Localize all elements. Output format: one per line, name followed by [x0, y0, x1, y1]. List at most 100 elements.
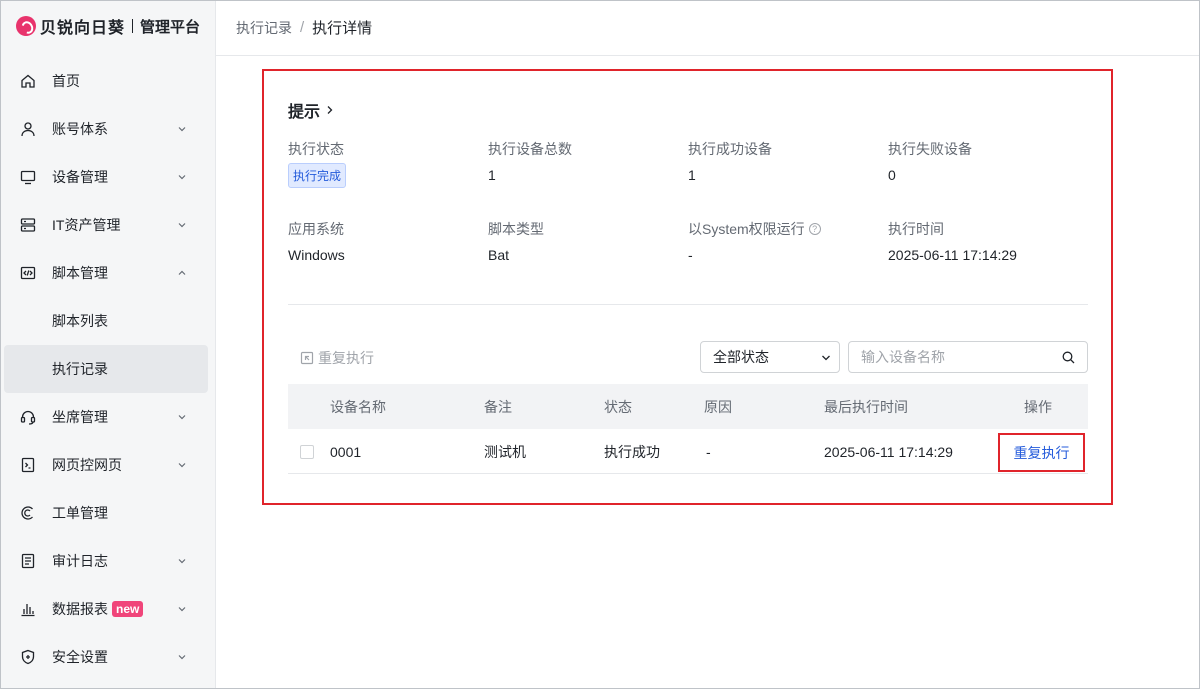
chevron-down-icon [178, 559, 186, 564]
field-label: 应用系统 [288, 221, 344, 237]
field-success-devices: 执行成功设备 1 [688, 139, 888, 183]
detail-title-text: 提示 [288, 104, 321, 121]
sidebar: 贝锐向日葵 管理平台 首页 账号体系 设备管理 IT资产管理 脚本管理 脚本列表… [0, 0, 216, 689]
field-total-devices: 执行设备总数 1 [488, 139, 688, 183]
device-table: 设备名称 备注 状态 原因 最后执行时间 操作 0001 测试机 执行成功 - … [288, 384, 1088, 474]
sidebar-item-label: 网页控网页 [52, 457, 122, 473]
sidebar-item-label: 工单管理 [52, 505, 108, 521]
sidebar-item-label: 执行记录 [52, 361, 108, 377]
field-value: - [688, 247, 693, 263]
field-value: Bat [488, 247, 510, 263]
chevron-down-icon [178, 127, 186, 132]
field-value: 1 [688, 167, 696, 183]
brand-subtitle: 管理平台 [140, 18, 201, 36]
column-header-last-time: 最后执行时间 [824, 398, 908, 415]
field-os: 应用系统 Windows [288, 219, 488, 263]
top-header: 执行记录 / 执行详情 [216, 0, 1200, 56]
sidebar-item-web-control[interactable]: 网页控网页 [4, 441, 208, 489]
chevron-down-icon [822, 355, 830, 361]
audit-log-icon [20, 553, 36, 569]
column-header-reason: 原因 [704, 398, 732, 415]
execution-detail-card: 提示 执行状态 执行完成 执行设备总数 1 执行成功设备 1 执行失败设备 0 … [262, 69, 1113, 505]
rerun-label: 重复执行 [318, 350, 374, 366]
brand-logo[interactable]: 贝锐向日葵 管理平台 [16, 14, 200, 38]
field-exec-status: 执行状态 执行完成 [288, 139, 488, 188]
status-filter-value: 全部状态 [713, 349, 769, 365]
sidebar-item-label: 首页 [52, 73, 80, 89]
cell-note: 测试机 [484, 443, 526, 460]
sidebar-item-tickets[interactable]: 工单管理 [4, 489, 208, 537]
field-label: 执行失败设备 [888, 141, 972, 157]
row-checkbox-cell [300, 429, 314, 474]
field-label: 执行成功设备 [688, 141, 772, 157]
sidebar-item-agents[interactable]: 坐席管理 [4, 393, 208, 441]
field-value: 1 [488, 167, 496, 183]
sidebar-item-reports[interactable]: 数据报表 new [4, 585, 208, 633]
row-checkbox[interactable] [300, 444, 314, 459]
field-label: 以System权限运行 [688, 221, 805, 237]
sidebar-item-label: 脚本管理 [52, 265, 108, 281]
home-icon [20, 73, 36, 89]
chevron-up-icon [178, 270, 186, 275]
field-value: 0 [888, 167, 896, 183]
ticket-icon [20, 505, 36, 521]
sidebar-item-security[interactable]: 安全设置 [4, 633, 208, 681]
sidebar-item-scripts[interactable]: 脚本管理 [4, 249, 208, 297]
field-label: 执行状态 [288, 141, 344, 157]
breadcrumb-parent[interactable]: 执行记录 [236, 18, 292, 38]
sidebar-item-label: 账号体系 [52, 121, 108, 137]
sidebar-item-accounts[interactable]: 账号体系 [4, 105, 208, 153]
sidebar-nav: 首页 账号体系 设备管理 IT资产管理 脚本管理 脚本列表 执行记录 坐席管理 … [4, 57, 208, 681]
sidebar-item-label: 坐席管理 [52, 409, 108, 425]
field-label: 执行时间 [888, 221, 944, 237]
breadcrumb-separator: / [300, 19, 305, 36]
column-header-status: 状态 [604, 398, 632, 415]
sidebar-item-devices[interactable]: 设备管理 [4, 153, 208, 201]
field-label: 执行设备总数 [488, 141, 572, 157]
page-title: 执行详情 [312, 20, 373, 37]
chevron-down-icon [178, 415, 186, 420]
field-label-row: 以System权限运行 ? [688, 219, 888, 239]
sidebar-item-home[interactable]: 首页 [4, 57, 208, 105]
monitor-icon [20, 169, 36, 185]
sidebar-item-label: 脚本列表 [52, 313, 108, 329]
rerun-selected-button[interactable]: 重复执行 [300, 348, 374, 368]
chevron-down-icon [178, 223, 186, 228]
device-search-input[interactable] [849, 343, 1049, 371]
field-label: 脚本类型 [488, 221, 544, 237]
sidebar-item-label: 数据报表 [52, 601, 108, 617]
cell-status: 执行成功 [604, 443, 660, 460]
cell-reason: - [706, 443, 711, 460]
cell-last-time: 2025-06-11 17:14:29 [824, 443, 953, 460]
sidebar-item-script-list[interactable]: 脚本列表 [4, 297, 208, 345]
status-badge: 执行完成 [288, 163, 347, 188]
sidebar-item-label: IT资产管理 [52, 217, 121, 233]
sidebar-item-label: 审计日志 [52, 553, 108, 569]
chevron-down-icon [178, 463, 186, 468]
code-icon [20, 265, 36, 281]
chevron-down-icon [178, 607, 186, 612]
field-run-as-system: 以System权限运行 ? - [688, 219, 888, 263]
help-circle-icon[interactable]: ? [808, 223, 821, 235]
status-filter-select[interactable]: 全部状态 [700, 341, 840, 373]
sidebar-item-label: 设备管理 [52, 169, 108, 185]
sidebar-item-label: 安全设置 [52, 649, 108, 665]
server-icon [20, 217, 36, 233]
chevron-down-icon [178, 175, 186, 180]
sidebar-item-execution-records[interactable]: 执行记录 [4, 345, 208, 393]
search-icon[interactable] [1062, 351, 1075, 364]
column-header-device: 设备名称 [330, 398, 386, 415]
web-terminal-icon [20, 457, 36, 473]
field-script-type: 脚本类型 Bat [488, 219, 688, 263]
chevron-right-icon [327, 106, 333, 114]
sidebar-item-it-assets[interactable]: IT资产管理 [4, 201, 208, 249]
sidebar-item-audit-log[interactable]: 审计日志 [4, 537, 208, 585]
bar-chart-icon [20, 601, 36, 617]
new-badge: new [112, 601, 144, 617]
logo-divider [132, 19, 134, 33]
sunflower-logo-icon [16, 16, 36, 36]
rerun-row-button[interactable]: 重复执行 [998, 433, 1085, 472]
column-header-note: 备注 [484, 398, 512, 415]
detail-section-title[interactable]: 提示 [288, 98, 334, 122]
field-exec-time: 执行时间 2025-06-11 17:14:29 [888, 219, 1088, 263]
